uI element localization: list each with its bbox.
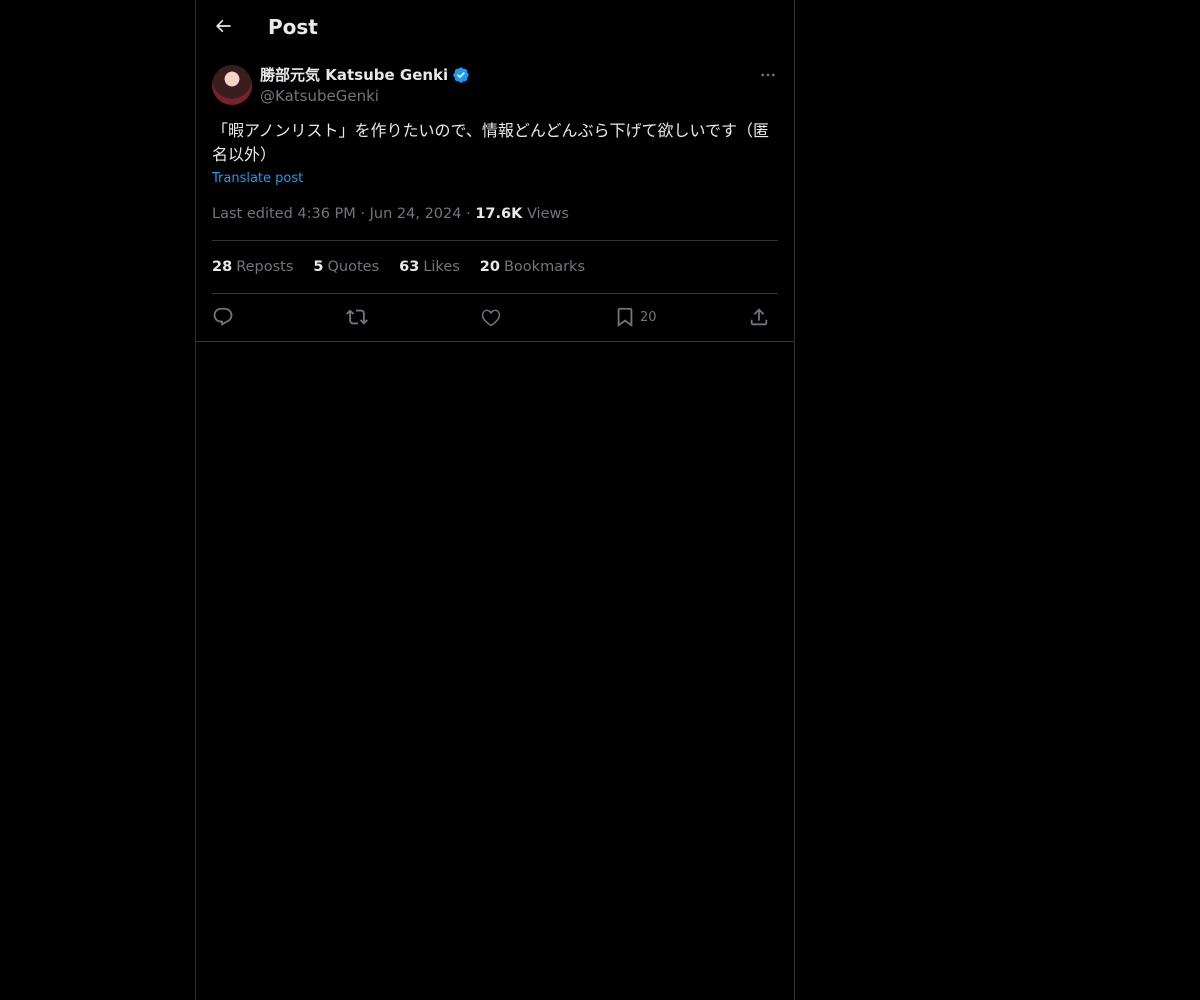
action-bar: 20 xyxy=(212,305,778,329)
primary-column: Post 勝部元気 Katsube Genki @KatsubeGenki 「暇… xyxy=(195,0,795,1000)
reply-button[interactable] xyxy=(212,305,234,329)
divider xyxy=(212,293,778,294)
bookmarks-label: Bookmarks xyxy=(503,259,585,275)
bookmarks-stat[interactable]: 20 Bookmarks xyxy=(480,257,585,277)
bookmark-count: 20 xyxy=(640,309,657,325)
likes-count: 63 xyxy=(399,259,420,275)
page-header: Post xyxy=(196,0,794,53)
likes-stat[interactable]: 63 Likes xyxy=(399,257,460,277)
repost-button[interactable] xyxy=(346,305,368,329)
back-button[interactable] xyxy=(208,11,238,41)
like-icon xyxy=(481,309,501,327)
quotes-label: Quotes xyxy=(327,259,380,275)
avatar[interactable] xyxy=(212,65,252,105)
edited-time[interactable]: Last edited 4:36 PM xyxy=(212,206,356,222)
post-text: 「暇アノンリスト」を作りたいので、情報どんどんぶら下げて欲しいです（匿名以外） xyxy=(212,121,769,164)
bookmark-button[interactable]: 20 xyxy=(614,305,657,329)
arrow-left-icon xyxy=(216,19,231,33)
post-stats: 28 Reposts 5 Quotes 63 Likes 20 Bookmarks xyxy=(212,257,585,277)
reposts-count: 28 xyxy=(212,259,233,275)
meta-separator: · xyxy=(466,206,476,222)
post-metadata: Last edited 4:36 PM · Jun 24, 2024 · 17.… xyxy=(212,204,569,224)
author-name-row[interactable]: 勝部元気 Katsube Genki xyxy=(260,65,470,85)
bookmarks-count: 20 xyxy=(479,259,500,275)
like-button[interactable] xyxy=(480,305,502,329)
translate-post-link[interactable]: Translate post xyxy=(212,170,303,188)
views-label: Views xyxy=(526,206,569,222)
share-button[interactable] xyxy=(748,305,770,329)
repost-icon xyxy=(346,309,368,325)
reposts-label: Reposts xyxy=(236,259,294,275)
more-icon xyxy=(761,73,775,77)
likes-label: Likes xyxy=(423,259,460,275)
divider xyxy=(212,240,778,241)
author-handle[interactable]: @KatsubeGenki xyxy=(260,86,379,106)
more-button[interactable] xyxy=(756,65,780,85)
post-detail: 勝部元気 Katsube Genki @KatsubeGenki 「暇アノンリス… xyxy=(196,53,794,342)
share-icon xyxy=(750,308,768,326)
author-name[interactable]: 勝部元気 Katsube Genki xyxy=(260,65,448,85)
reply-icon xyxy=(213,307,233,326)
post-date[interactable]: Jun 24, 2024 xyxy=(370,206,462,222)
bookmark-icon xyxy=(617,307,633,328)
page-title: Post xyxy=(268,15,318,39)
quotes-count: 5 xyxy=(313,259,324,275)
reposts-stat[interactable]: 28 Reposts xyxy=(212,257,293,277)
views-count: 17.6K xyxy=(475,206,523,222)
verified-badge-icon xyxy=(453,67,469,83)
meta-separator: · xyxy=(360,206,370,222)
quotes-stat[interactable]: 5 Quotes xyxy=(313,257,379,277)
